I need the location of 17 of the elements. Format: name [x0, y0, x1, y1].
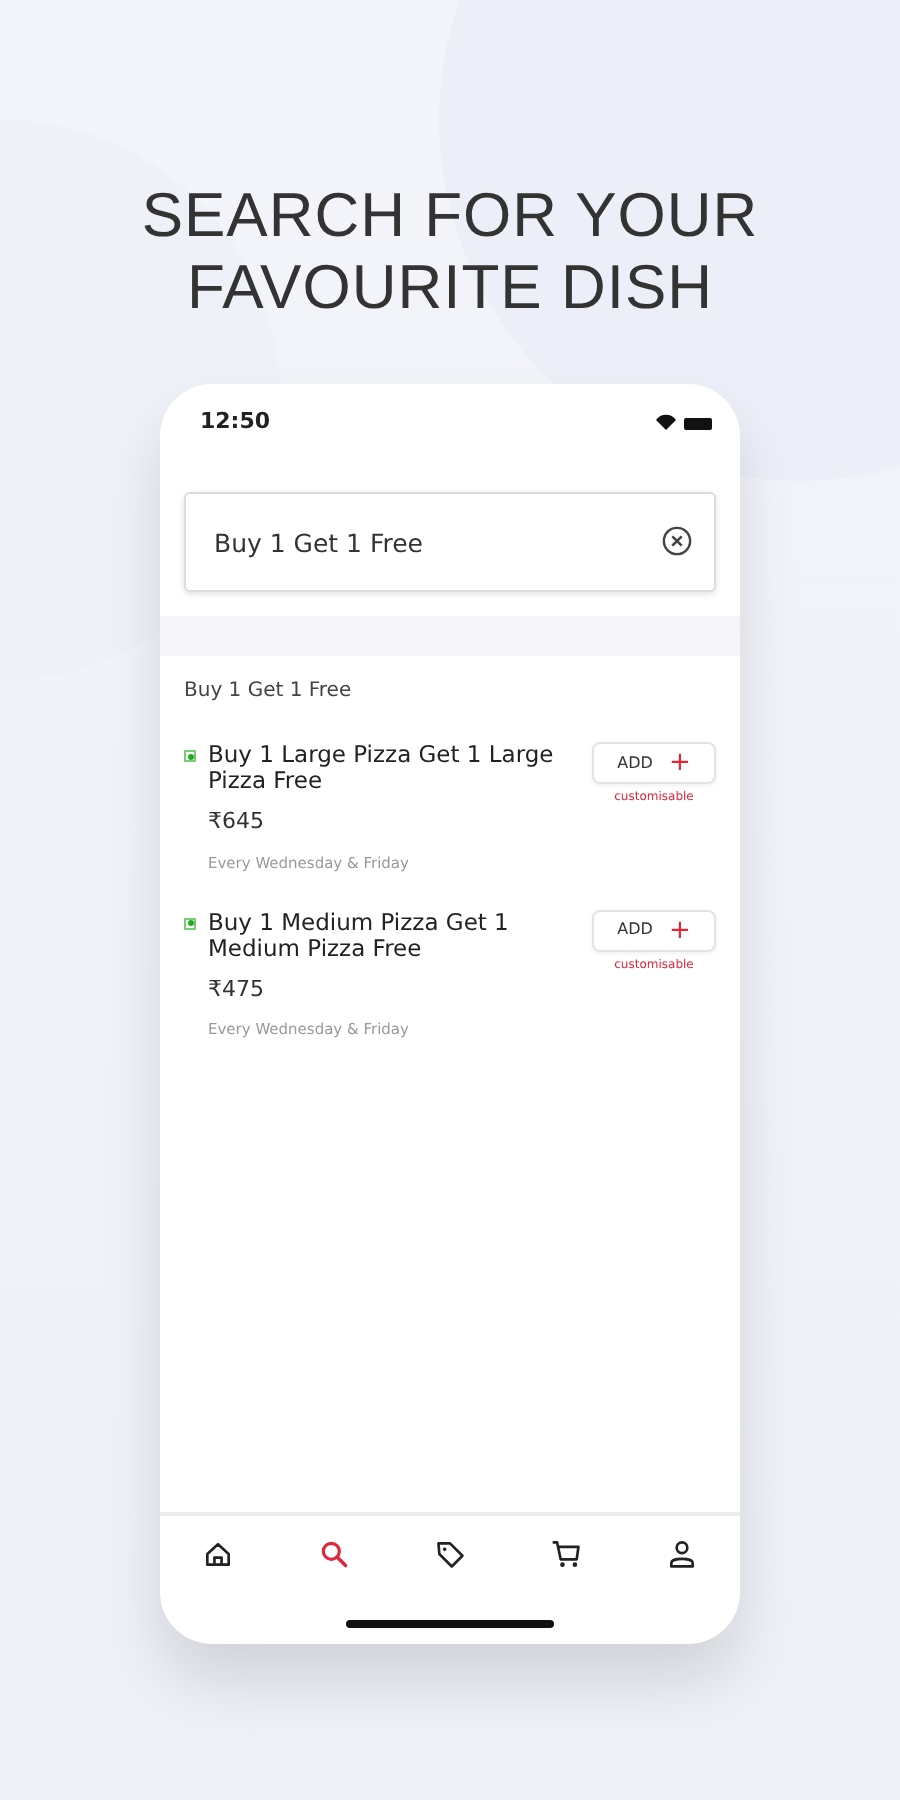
- search-field[interactable]: Buy 1 Get 1 Free: [184, 492, 716, 592]
- status-icons: [652, 413, 716, 431]
- status-time: 12:50: [200, 405, 271, 438]
- section-title: Buy 1 Get 1 Free: [184, 678, 354, 706]
- item-price: ₹475: [208, 973, 266, 1006]
- add-button[interactable]: ADD +: [592, 909, 716, 952]
- item-price: ₹645: [208, 806, 266, 838]
- item-name: Buy 1 Medium Pizza Get 1 Medium Pizza Free: [208, 909, 511, 962]
- add-button[interactable]: ADD +: [592, 742, 716, 784]
- cart-icon[interactable]: [550, 1538, 582, 1570]
- item-name: Buy 1 Large Pizza Get 1 Large Pizza Free: [208, 742, 556, 794]
- home-icon[interactable]: [202, 1538, 234, 1570]
- tag-icon[interactable]: [434, 1538, 466, 1570]
- search-icon[interactable]: [318, 1538, 350, 1570]
- profile-icon[interactable]: [666, 1538, 698, 1570]
- headline: SEARCH FOR YOUR FAVOURITE DISH: [139, 178, 761, 324]
- clear-icon[interactable]: [662, 526, 692, 556]
